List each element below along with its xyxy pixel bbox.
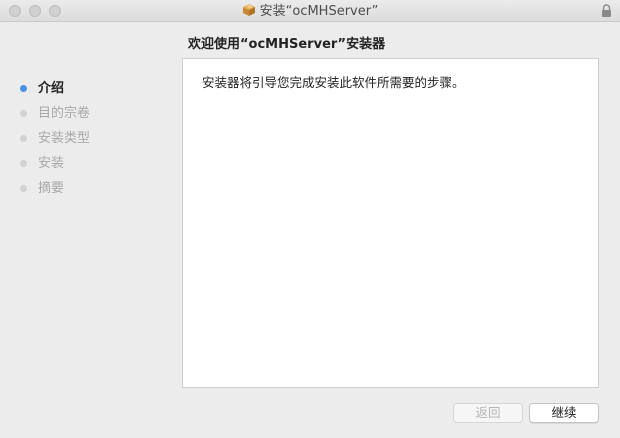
step-item-install: 安装	[20, 155, 90, 180]
page-heading: 欢迎使用“ocMHServer”安装器	[188, 37, 386, 52]
step-label: 介绍	[38, 81, 65, 96]
step-label: 目的宗卷	[38, 106, 91, 121]
title-bar: 安装“ocMHServer”	[0, 0, 620, 22]
step-indicator-dot	[20, 110, 27, 117]
step-indicator-dot	[20, 135, 27, 142]
step-item-introduction: 介绍	[20, 80, 90, 105]
lock-icon	[601, 3, 612, 22]
step-indicator-dot	[20, 160, 27, 167]
continue-button[interactable]: 继续	[529, 403, 599, 423]
step-item-installation-type: 安装类型	[20, 130, 90, 155]
step-item-destination: 目的宗卷	[20, 105, 90, 130]
intro-text: 安装器将引导您完成安装此软件所需要的步骤。	[202, 75, 465, 90]
step-label: 安装	[38, 156, 65, 171]
step-list: 介绍 目的宗卷 安装类型 安装 摘要	[20, 80, 90, 205]
back-button[interactable]: 返回	[453, 403, 523, 423]
content-panel: 安装器将引导您完成安装此软件所需要的步骤。	[182, 58, 599, 388]
installer-window: 安装“ocMHServer” 欢迎使用“ocMHServer”安装器 介绍 目的…	[0, 0, 620, 438]
step-label: 摘要	[38, 181, 65, 196]
step-label: 安装类型	[38, 131, 91, 146]
window-title-group: 安装“ocMHServer”	[0, 3, 620, 22]
package-icon	[242, 3, 256, 22]
window-title: 安装“ocMHServer”	[259, 4, 379, 19]
step-indicator-dot	[20, 185, 27, 192]
step-item-summary: 摘要	[20, 180, 90, 205]
step-indicator-dot	[20, 85, 27, 92]
